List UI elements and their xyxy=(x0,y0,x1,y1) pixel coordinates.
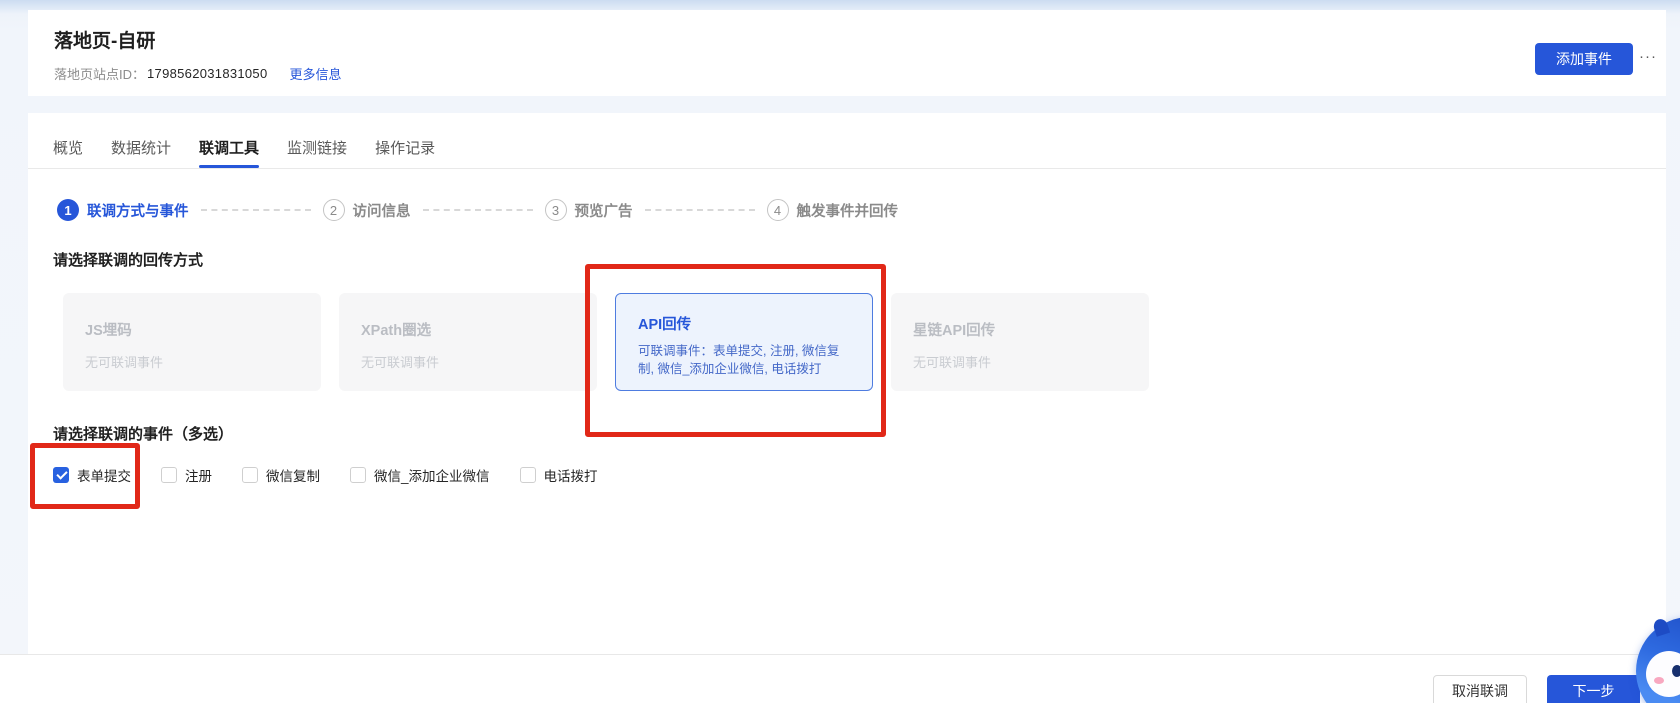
method-card-title: API回传 xyxy=(638,313,850,334)
method-card-title: JS埋码 xyxy=(85,319,299,340)
checkbox-wechat-copy[interactable]: 微信复制 xyxy=(242,465,320,485)
method-card-title: XPath圈选 xyxy=(361,319,575,340)
step-connector xyxy=(423,209,533,211)
checkbox-checked-icon[interactable] xyxy=(53,467,69,483)
more-info-link[interactable]: 更多信息 xyxy=(290,64,342,83)
method-card-desc: 无可联调事件 xyxy=(361,352,575,371)
step-2-label: 访问信息 xyxy=(353,200,411,221)
checkbox-label: 电话拨打 xyxy=(544,465,598,485)
method-cards-row: JS埋码 无可联调事件 XPath圈选 无可联调事件 API回传 可联调事件：表… xyxy=(63,293,1149,391)
site-id-value: 1798562031831050 xyxy=(147,66,267,81)
checkbox-phone-call[interactable]: 电话拨打 xyxy=(520,465,598,485)
method-card-api-callback[interactable]: API回传 可联调事件：表单提交, 注册, 微信复制, 微信_添加企业微信, 电… xyxy=(615,293,873,391)
mascot-face xyxy=(1646,651,1680,697)
page-header: 落地页-自研 落地页站点ID： 1798562031831050 更多信息 添加… xyxy=(28,10,1666,96)
next-step-button[interactable]: 下一步 xyxy=(1547,675,1640,703)
checkbox-unchecked-icon[interactable] xyxy=(350,467,366,483)
event-checkbox-row: 表单提交 注册 微信复制 微信_添加企业微信 电话拨打 xyxy=(53,465,598,485)
method-section-title: 请选择联调的回传方式 xyxy=(53,249,203,270)
step-4-label: 触发事件并回传 xyxy=(797,200,899,221)
cancel-debug-button[interactable]: 取消联调 xyxy=(1433,675,1527,703)
step-4-circle: 4 xyxy=(767,199,789,221)
checkbox-label: 表单提交 xyxy=(77,465,131,485)
mascot-cheek xyxy=(1654,677,1664,684)
checkbox-register[interactable]: 注册 xyxy=(161,465,212,485)
landing-page-debug-screen: 落地页-自研 落地页站点ID： 1798562031831050 更多信息 添加… xyxy=(0,0,1680,703)
tab-operation-log[interactable]: 操作记录 xyxy=(375,113,435,168)
method-card-title: 星链API回传 xyxy=(913,319,1127,340)
checkbox-label: 微信复制 xyxy=(266,465,320,485)
more-actions-icon[interactable]: ··· xyxy=(1636,50,1660,70)
tab-bar: 概览 数据统计 联调工具 监测链接 操作记录 xyxy=(28,113,1666,169)
tab-monitor-links[interactable]: 监测链接 xyxy=(287,113,347,168)
step-2-circle: 2 xyxy=(323,199,345,221)
tab-data-statistics[interactable]: 数据统计 xyxy=(111,113,171,168)
method-card-desc: 无可联调事件 xyxy=(913,352,1127,371)
main-panel: 概览 数据统计 联调工具 监测链接 操作记录 1 联调方式与事件 2 访问信息 … xyxy=(28,113,1666,703)
checkbox-unchecked-icon[interactable] xyxy=(161,467,177,483)
stepper: 1 联调方式与事件 2 访问信息 3 预览广告 4 触发事件并回传 xyxy=(57,199,898,221)
checkbox-unchecked-icon[interactable] xyxy=(242,467,258,483)
step-3-circle: 3 xyxy=(545,199,567,221)
method-card-xpath: XPath圈选 无可联调事件 xyxy=(339,293,597,391)
tab-overview[interactable]: 概览 xyxy=(53,113,83,168)
step-3-label: 预览广告 xyxy=(575,200,633,221)
checkbox-unchecked-icon[interactable] xyxy=(520,467,536,483)
method-card-desc: 可联调事件：表单提交, 注册, 微信复制, 微信_添加企业微信, 电话拨打 xyxy=(638,342,850,378)
tab-debug-tool[interactable]: 联调工具 xyxy=(199,113,259,168)
step-1-circle: 1 xyxy=(57,199,79,221)
add-event-button[interactable]: 添加事件 xyxy=(1535,43,1633,75)
checkbox-wechat-add-enterprise[interactable]: 微信_添加企业微信 xyxy=(350,465,490,485)
mascot-horn xyxy=(1652,617,1670,637)
checkbox-form-submit[interactable]: 表单提交 xyxy=(53,465,131,485)
footer-bar: 取消联调 下一步 xyxy=(0,654,1666,703)
step-connector xyxy=(645,209,755,211)
checkbox-label: 注册 xyxy=(185,465,212,485)
site-id-row: 落地页站点ID： 1798562031831050 更多信息 xyxy=(54,64,342,83)
method-card-js-embed: JS埋码 无可联调事件 xyxy=(63,293,321,391)
step-connector xyxy=(201,209,311,211)
method-card-desc: 无可联调事件 xyxy=(85,352,299,371)
mascot-eye xyxy=(1672,665,1680,677)
page-title: 落地页-自研 xyxy=(54,26,155,53)
event-section-title: 请选择联调的事件（多选） xyxy=(53,423,233,444)
step-1-label: 联调方式与事件 xyxy=(87,200,189,221)
site-id-label: 落地页站点ID： xyxy=(54,64,145,83)
method-card-starlink-api: 星链API回传 无可联调事件 xyxy=(891,293,1149,391)
checkbox-label: 微信_添加企业微信 xyxy=(374,465,490,485)
